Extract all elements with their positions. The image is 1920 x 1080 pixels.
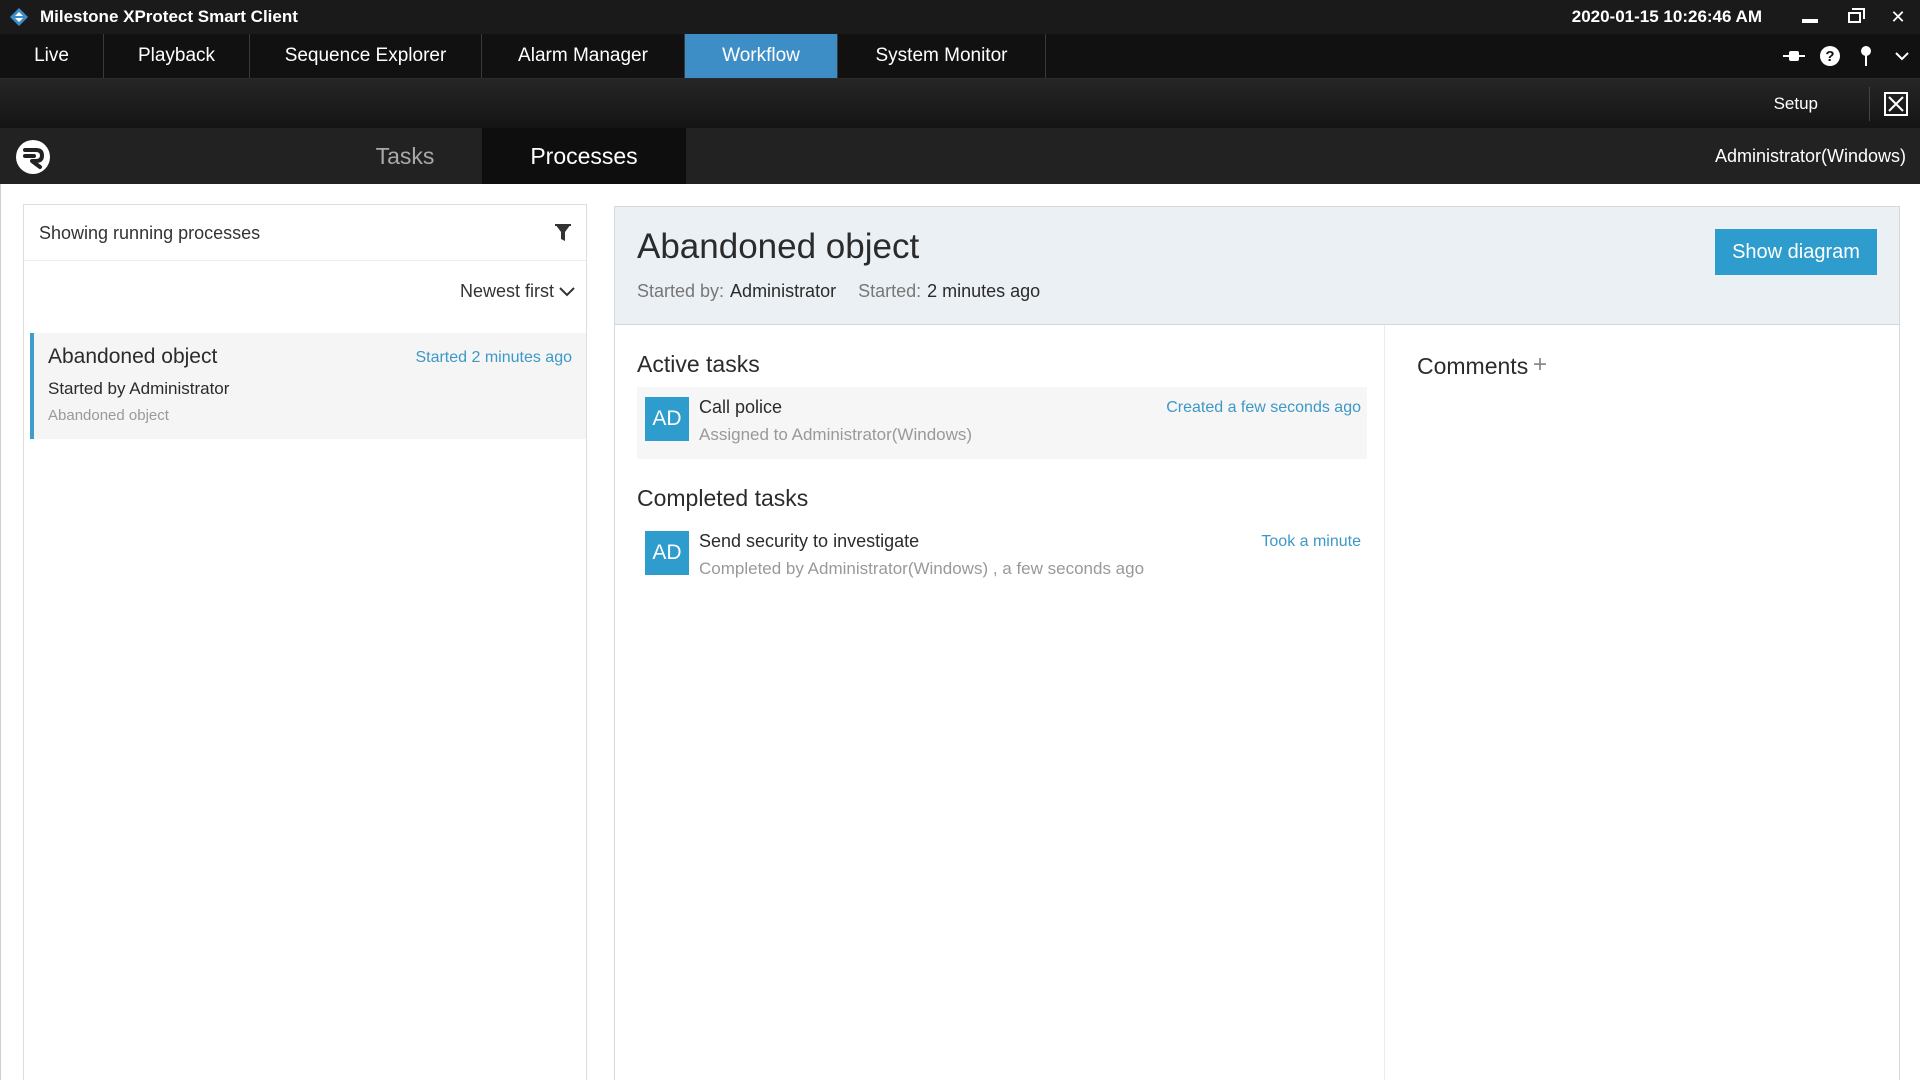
sort-row: Newest first: [24, 261, 586, 327]
fullscreen-icon[interactable]: [1884, 92, 1908, 116]
task-name: Call police: [699, 397, 783, 417]
process-detail-meta: Started by: Administrator Started: 2 minute…: [637, 281, 1040, 302]
process-detail-title: Abandoned object: [637, 227, 920, 266]
filter-icon[interactable]: [554, 223, 572, 243]
tab-alarm-manager[interactable]: Alarm Manager: [482, 34, 685, 78]
process-started-by: Started by Administrator: [48, 379, 230, 398]
add-comment-button[interactable]: +: [1533, 351, 1547, 379]
restore-button[interactable]: [1832, 0, 1876, 34]
process-list-pane: Showing running processes Newest first A…: [23, 204, 587, 1080]
task-completed-by: Completed by Administrator(Windows) , a …: [699, 559, 1145, 578]
user-label: Administrator(Windows): [1714, 146, 1906, 166]
process-detail-pane: Abandoned object Started by: Administrato…: [614, 206, 1900, 1080]
app-title: Milestone XProtect Smart Client: [40, 7, 298, 26]
setup-button[interactable]: Setup: [1774, 79, 1818, 129]
minimize-button[interactable]: [1788, 0, 1832, 34]
clock: 2020-01-15 10:26:46 AM: [1571, 7, 1762, 26]
tab-playback[interactable]: Playback: [104, 34, 250, 78]
show-diagram-button[interactable]: Show diagram: [1715, 229, 1877, 275]
process-subtitle: Abandoned object: [48, 407, 169, 424]
chevron-down-icon: [559, 286, 575, 296]
tab-processes[interactable]: Processes: [482, 128, 686, 192]
workflow-logo-icon: [14, 138, 52, 176]
pin-icon[interactable]: [1848, 34, 1884, 78]
svg-text:?: ?: [1825, 48, 1834, 65]
setup-bar: Setup: [0, 78, 1920, 128]
task-name: Send security to investigate: [699, 531, 920, 551]
completed-tasks-title: Completed tasks: [637, 485, 809, 511]
tab-sequence-explorer[interactable]: Sequence Explorer: [250, 34, 482, 78]
close-icon: ✕: [1890, 6, 1906, 27]
tab-tasks[interactable]: Tasks: [320, 128, 490, 184]
sort-label: Newest first: [459, 281, 554, 301]
started-by-label: Started by:: [637, 281, 725, 301]
filter-status-text: Showing running processes: [39, 223, 261, 243]
comments-title: Comments: [1417, 353, 1529, 379]
main-nav: Live Playback Sequence Explorer Alarm Ma…: [0, 34, 1920, 78]
content-area: Showing running processes Newest first A…: [0, 184, 1920, 1080]
filter-row: Showing running processes: [24, 205, 586, 261]
tab-live[interactable]: Live: [0, 34, 104, 78]
active-task-card[interactable]: AD Call police Assigned to Administrator…: [637, 387, 1367, 459]
started-by-value: Administrator: [730, 281, 837, 301]
divider: [1869, 87, 1870, 121]
completed-task-card[interactable]: AD Send security to investigate Complete…: [637, 521, 1367, 593]
process-title: Abandoned object: [48, 345, 218, 368]
active-tasks-title: Active tasks: [637, 351, 760, 377]
process-start-time: Started 2 minutes ago: [415, 349, 572, 366]
avatar: AD: [645, 397, 689, 441]
sort-dropdown[interactable]: Newest first: [460, 281, 576, 302]
tab-system-monitor[interactable]: System Monitor: [838, 34, 1046, 78]
task-time: Created a few seconds ago: [1166, 399, 1361, 416]
restore-icon: [1847, 7, 1865, 23]
milestone-logo-icon: [8, 6, 30, 28]
tab-workflow[interactable]: Workflow: [685, 34, 838, 78]
title-bar: Milestone XProtect Smart Client 2020-01-…: [0, 0, 1920, 34]
avatar: AD: [645, 531, 689, 575]
task-duration: Took a minute: [1261, 533, 1361, 550]
connection-icon[interactable]: [1776, 34, 1812, 78]
minimize-icon: [1802, 19, 1818, 23]
help-icon[interactable]: ?: [1812, 34, 1848, 78]
process-list-item[interactable]: Abandoned object Started 2 minutes ago S…: [30, 333, 586, 439]
process-detail-header: Abandoned object Started by: Administrato…: [615, 207, 1899, 325]
workflow-header: Tasks Processes Administrator(Windows): [0, 128, 1920, 192]
close-button[interactable]: ✕: [1876, 0, 1920, 34]
task-assignee: Assigned to Administrator(Windows): [699, 425, 973, 444]
started-value: 2 minutes ago: [927, 281, 1041, 301]
chevron-down-icon[interactable]: [1884, 34, 1920, 78]
started-label: Started:: [858, 281, 922, 301]
tasks-column: Active tasks AD Call police Assigned to …: [615, 325, 1385, 1080]
comments-column: Comments +: [1385, 325, 1899, 1080]
